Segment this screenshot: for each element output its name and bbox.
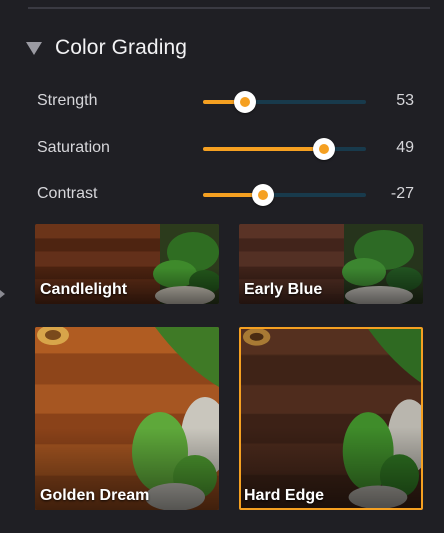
preset-early-blue[interactable]: Early Blue bbox=[239, 224, 423, 304]
saturation-slider-track[interactable] bbox=[203, 138, 366, 160]
preset-label: Candlelight bbox=[40, 281, 128, 298]
strength-slider-thumb[interactable] bbox=[234, 91, 257, 113]
slider-row-contrast: Contrast -27 bbox=[37, 179, 414, 209]
slider-row-strength: Strength 53 bbox=[37, 86, 414, 116]
preset-candlelight[interactable]: Candlelight bbox=[35, 224, 219, 304]
triangle-down-icon[interactable] bbox=[26, 40, 42, 56]
panel-expand-arrow-icon[interactable] bbox=[0, 290, 5, 298]
contrast-slider-track[interactable] bbox=[203, 184, 366, 206]
preset-label: Early Blue bbox=[244, 281, 323, 298]
saturation-slider-thumb[interactable] bbox=[312, 138, 335, 160]
slider-value: 53 bbox=[396, 92, 414, 109]
slider-label: Saturation bbox=[37, 139, 110, 156]
slider-value: -27 bbox=[390, 185, 414, 202]
slider-label: Contrast bbox=[37, 185, 98, 202]
preset-golden-dream[interactable]: Golden Dream bbox=[35, 327, 219, 510]
slider-fill bbox=[203, 147, 324, 151]
preset-hard-edge[interactable]: Hard Edge bbox=[239, 327, 423, 510]
strength-slider-track[interactable] bbox=[203, 91, 366, 113]
contrast-slider-thumb[interactable] bbox=[252, 184, 275, 206]
preset-label: Hard Edge bbox=[244, 487, 325, 504]
color-grading-header[interactable]: Color Grading bbox=[26, 36, 187, 60]
top-divider bbox=[28, 7, 430, 9]
section-title: Color Grading bbox=[55, 36, 188, 59]
slider-label: Strength bbox=[37, 92, 98, 109]
preset-label: Golden Dream bbox=[40, 487, 150, 504]
slider-row-saturation: Saturation 49 bbox=[37, 133, 414, 163]
slider-value: 49 bbox=[396, 139, 414, 156]
